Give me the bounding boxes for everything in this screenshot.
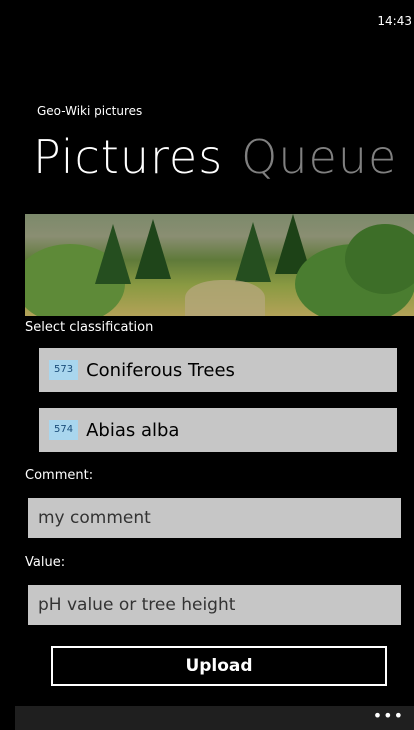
value-label: Value: [25,555,66,570]
forest-photo [25,214,414,316]
classification-name: Abias alba [86,419,180,441]
pivot-header: Pictures Queue [33,130,397,184]
status-time: 14:43 [377,14,412,28]
upload-button[interactable]: Upload [51,646,387,686]
classification-code: 574 [49,420,79,440]
classification-item-coniferous[interactable]: 573 Coniferous Trees [39,348,397,392]
pivot-pictures[interactable]: Pictures [33,130,223,184]
pivot-queue[interactable]: Queue [241,130,397,184]
app-title: Geo-Wiki pictures [37,104,143,118]
classification-code: 573 [49,360,79,380]
classification-name: Coniferous Trees [86,359,235,381]
comment-label: Comment: [25,468,94,483]
value-field[interactable]: pH value or tree height [28,585,401,625]
classification-item-abias[interactable]: 574 Abias alba [39,408,397,452]
phone-screen: 14:43 Geo-Wiki pictures Pictures Queue Se… [15,0,414,730]
comment-field[interactable]: my comment [28,498,401,538]
more-options-icon[interactable]: ••• [373,708,404,724]
app-bar: ••• [15,706,414,730]
classification-label: Select classification [25,320,154,335]
